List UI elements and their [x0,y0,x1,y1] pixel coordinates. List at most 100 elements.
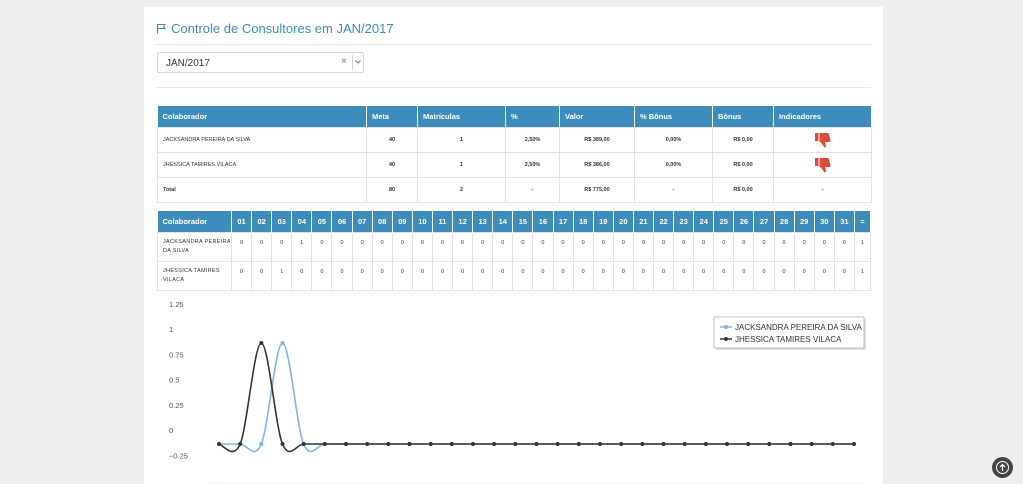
data-point [809,442,814,446]
thumbs-down-icon [814,157,831,172]
data-point [598,442,602,446]
cell-total-indicator: - [773,176,872,203]
col-header-day[interactable]: 26 [733,211,755,232]
cell-meta: 40 [366,126,418,153]
col-header-day[interactable]: 22 [653,211,675,232]
cell-day-value: 0 [271,231,293,262]
cell-row-total: 1 [853,260,872,291]
cell-day-value: 0 [552,231,574,262]
clear-selection-button[interactable]: × [341,56,347,67]
cell-day-value: 0 [331,260,353,291]
col-header-colaborador[interactable]: Colaborador [157,106,367,127]
col-header-day[interactable]: 29 [794,211,815,232]
cell-day-value: 0 [311,231,333,262]
cell-day-value: 0 [532,231,554,262]
col-header-bonus[interactable]: Bônus [712,106,774,127]
col-header-matriculas[interactable]: Matrículas [417,106,506,127]
select-separator [352,55,353,70]
cell-day-value: 0 [452,231,474,262]
col-header-total[interactable]: = [854,211,872,232]
col-header-percent[interactable]: % [505,106,560,127]
col-header-day[interactable]: 27 [753,211,775,232]
cell-day-value: 0 [472,231,494,262]
cell-day-value: 0 [793,231,815,262]
col-header-day[interactable]: 30 [814,211,835,232]
col-header-day[interactable]: 23 [673,211,695,232]
col-header-day[interactable]: 25 [713,211,735,232]
col-header-day[interactable]: 18 [573,211,594,232]
y-tick-label: 0.75 [169,350,184,359]
cell-matriculas: 1 [417,126,506,153]
col-header-percent-bonus[interactable]: % Bônus [634,106,713,127]
cell-name: JHESSICA TAMIRES VILACA [157,151,367,178]
col-header-day[interactable]: 11 [432,211,454,232]
cell-day-value: 0 [391,260,413,291]
col-header-day[interactable]: 13 [472,211,494,232]
data-point [407,442,412,446]
data-point [619,442,624,446]
total-row: Total 80 2 - R$ 775,00 - R$ 0,00 - [157,176,872,203]
col-header-day[interactable]: 20 [613,211,634,232]
chevron-down-icon[interactable] [354,57,362,67]
col-header-day[interactable]: 21 [633,211,654,232]
cell-day-value: 0 [512,260,534,291]
cell-day-value: 0 [813,260,835,291]
cell-day-value: 0 [411,231,433,262]
page-title: Controle de Consultores em JAN/2017 [156,18,394,38]
data-point [449,442,454,446]
arrow-up-icon [996,461,1009,474]
col-header-day[interactable]: 04 [291,211,313,232]
cell-percent-bonus: 0,00% [634,126,713,153]
cell-day-value: 0 [632,231,654,262]
data-point [365,442,370,446]
cell-matriculas: 1 [417,151,506,178]
cell-valor: R$ 386,00 [559,151,635,178]
page-title-text: Controle de Consultores em JAN/2017 [171,20,394,36]
legend-label: JACKSANDRA PEREIRA DA SILVA [735,323,863,332]
thumbs-down-icon [814,132,831,147]
col-header-day[interactable]: 06 [331,211,353,232]
cell-name: JHESSICA TAMIRES VILACA [157,260,232,291]
table-row: JACKSANDRA PEREIRA DA SILVA 40 1 2,50% R… [157,126,872,153]
col-header-day[interactable]: 01 [231,211,253,232]
data-point [513,442,518,446]
col-header-day[interactable]: 03 [271,211,293,232]
data-point [767,442,772,446]
data-point [301,442,306,446]
data-point [703,442,708,446]
table-row: JACKSANDRA PEREIRA DA SILVA 0 0 0 1 0 0 0 0 0 0 0 0 0… [157,231,872,262]
data-point [238,442,243,446]
col-header-day[interactable]: 12 [452,211,474,232]
col-header-day[interactable]: 24 [693,211,715,232]
data-point [344,442,348,446]
data-point [576,442,581,446]
col-header-day[interactable]: 14 [492,211,514,232]
cell-day-value: 0 [311,260,333,291]
col-header-day[interactable]: 15 [512,211,534,232]
cell-day-value: 0 [773,260,795,291]
cell-day-value: 0 [472,260,494,291]
col-header-colaborador[interactable]: Colaborador [157,211,232,232]
col-header-day[interactable]: 17 [553,211,574,232]
col-header-day[interactable]: 19 [593,211,614,232]
month-select[interactable]: JAN/2017 × [157,52,364,73]
col-header-day[interactable]: 10 [412,211,433,232]
cell-day-value: 0 [592,260,614,291]
col-header-day[interactable]: 02 [251,211,273,232]
data-point [322,442,327,446]
col-header-day[interactable]: 31 [834,211,855,232]
divider [156,44,871,45]
col-header-valor[interactable]: Valor [559,106,635,127]
col-header-day[interactable]: 05 [311,211,333,232]
cell-day-value: 0 [673,260,695,291]
col-header-day[interactable]: 09 [392,211,413,232]
legend-symbol-marker [724,337,728,341]
scroll-to-top-button[interactable] [992,457,1013,478]
daily-table: Colaborador 01 02 03 04 05 06 07 08 09 10 11 12 13 14 1… [157,211,872,291]
col-header-indicadores[interactable]: Indicadores [773,106,872,127]
col-header-meta[interactable]: Meta [366,106,418,127]
col-header-day[interactable]: 07 [352,211,373,232]
col-header-day[interactable]: 28 [774,211,795,232]
col-header-day[interactable]: 16 [532,211,554,232]
col-header-day[interactable]: 08 [372,211,393,232]
